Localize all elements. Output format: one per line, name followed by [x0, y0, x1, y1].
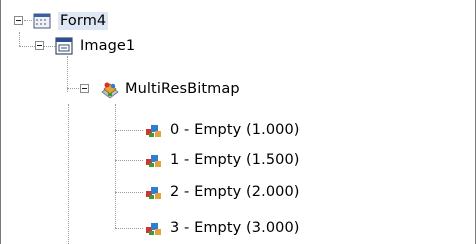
image-control-icon — [55, 37, 73, 55]
tree-connector — [68, 104, 69, 244]
tree-node-label: 1 - Empty (1.500) — [170, 152, 300, 168]
tree-node-label: Form4 — [58, 12, 109, 30]
bitmap-item-icon — [145, 183, 163, 201]
tree-connector — [115, 160, 143, 161]
tree-node-label: 2 - Empty (2.000) — [170, 184, 300, 200]
tree-connector — [24, 20, 32, 21]
tree-connector — [115, 130, 143, 131]
form-window-icon — [33, 12, 51, 30]
tree-connector — [115, 228, 143, 229]
tree-node-bitmap-item[interactable]: 2 - Empty (2.000) — [145, 179, 300, 205]
tree-node-label: MultiResBitmap — [125, 81, 240, 97]
structure-tree-view: Form4 Image1 MultiResBitmap 0 - Empty (1… — [0, 0, 476, 244]
tree-node-form4[interactable]: Form4 — [33, 8, 109, 34]
tree-node-label: 0 - Empty (1.000) — [170, 122, 300, 138]
tree-connector — [115, 104, 116, 228]
multires-bitmap-icon — [100, 80, 119, 99]
bitmap-item-icon — [145, 219, 163, 237]
bitmap-item-icon — [145, 151, 163, 169]
tree-connector — [67, 56, 68, 92]
tree-node-image1[interactable]: Image1 — [55, 33, 135, 59]
tree-node-bitmap-item[interactable]: 3 - Empty (3.000) — [145, 215, 300, 241]
tree-connector — [115, 192, 143, 193]
tree-node-multiresbitmap[interactable]: MultiResBitmap — [100, 76, 240, 102]
collapse-toggle-multiresbitmap[interactable] — [80, 84, 89, 93]
tree-connector — [43, 46, 55, 47]
bitmap-item-icon — [145, 121, 163, 139]
tree-node-bitmap-item[interactable]: 0 - Empty (1.000) — [145, 117, 300, 143]
tree-connector — [19, 32, 20, 46]
collapse-toggle-image1[interactable] — [35, 41, 44, 50]
tree-node-bitmap-item[interactable]: 1 - Empty (1.500) — [145, 147, 300, 173]
tree-connector — [67, 88, 79, 89]
collapse-toggle-form4[interactable] — [14, 16, 23, 25]
tree-node-label: Image1 — [80, 38, 136, 54]
tree-node-label: 3 - Empty (3.000) — [170, 220, 300, 236]
